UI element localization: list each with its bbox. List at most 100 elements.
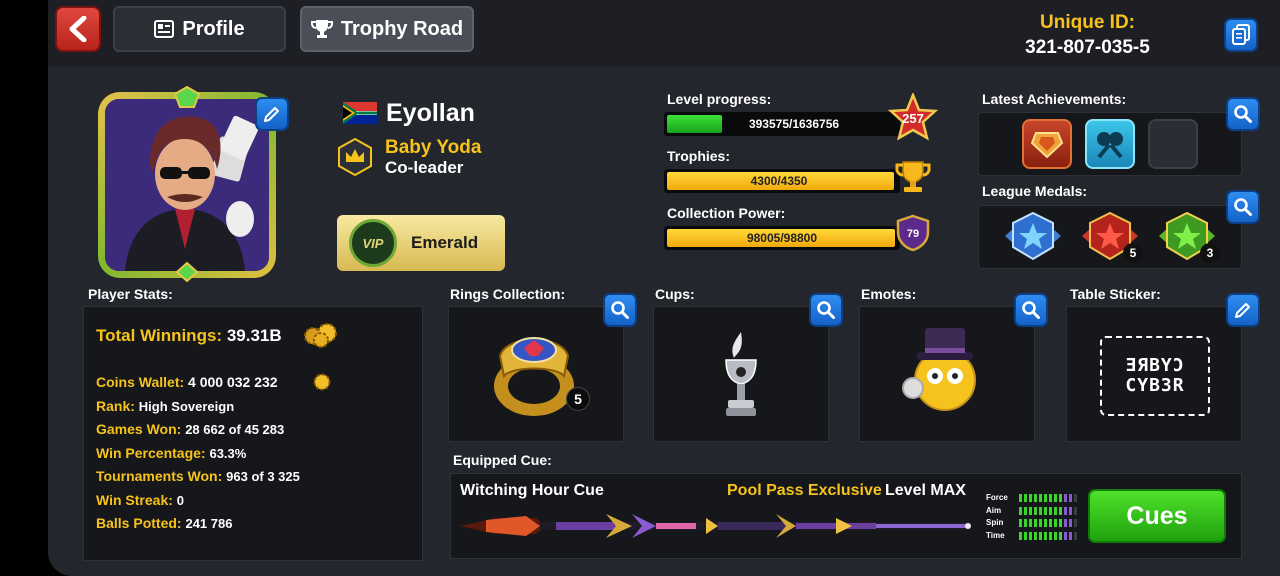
avatar-gem-top-icon bbox=[174, 86, 200, 108]
cue-spin-label: Spin bbox=[986, 518, 1004, 527]
stat-pip bbox=[1024, 494, 1027, 502]
table-sticker-label: Table Sticker: bbox=[1070, 286, 1161, 302]
rings-collection-label: Rings Collection: bbox=[450, 286, 566, 302]
stat-pip bbox=[1049, 507, 1052, 515]
edit-sticker-button[interactable] bbox=[1226, 293, 1260, 327]
balls-potted-row: Balls Potted: 241 786 bbox=[96, 515, 232, 531]
tab-profile[interactable]: Profile bbox=[113, 6, 286, 52]
collection-shield-icon: 79 bbox=[896, 214, 930, 252]
trophy-icon bbox=[310, 20, 333, 38]
tab-trophy-road-label: Trophy Road bbox=[340, 17, 464, 40]
south-africa-flag-icon bbox=[343, 102, 377, 124]
win-streak-row: Win Streak: 0 bbox=[96, 492, 184, 508]
trophies-text: 4300/4350 bbox=[750, 174, 808, 188]
stat-pip bbox=[1044, 507, 1047, 515]
coin-icon bbox=[313, 373, 331, 391]
profile-card-icon bbox=[154, 20, 175, 38]
win-percentage-key: Win Percentage: bbox=[96, 445, 206, 461]
level-progress-bar: 393575/1636756 bbox=[664, 112, 900, 136]
trophies-label: Trophies: bbox=[667, 148, 731, 164]
stat-pip bbox=[1059, 494, 1062, 502]
cue-aim-label: Aim bbox=[986, 506, 1002, 515]
search-icon bbox=[817, 301, 835, 319]
avatar-character-image bbox=[105, 99, 269, 271]
league-medals-search-button[interactable] bbox=[1226, 190, 1260, 224]
stat-pip bbox=[1034, 532, 1037, 540]
stat-pip bbox=[1059, 532, 1062, 540]
avatar-gem-bottom-icon bbox=[176, 262, 198, 282]
coins-wallet-key: Coins Wallet: bbox=[96, 374, 185, 390]
stat-pip bbox=[1024, 507, 1027, 515]
player-name: Eyollan bbox=[386, 99, 475, 127]
club-crown-badge-icon[interactable] bbox=[337, 138, 373, 176]
player-avatar[interactable] bbox=[98, 92, 276, 278]
avatar-portrait bbox=[105, 99, 269, 271]
stat-pip bbox=[1039, 507, 1042, 515]
unique-id-label: Unique ID: bbox=[1040, 12, 1135, 33]
stat-pip bbox=[1054, 507, 1057, 515]
games-won-row: Games Won: 28 662 of 45 283 bbox=[96, 421, 284, 437]
search-icon bbox=[1022, 301, 1040, 319]
rank-row: Rank: High Sovereign bbox=[96, 398, 234, 414]
league-medals-label: League Medals: bbox=[982, 183, 1088, 199]
stat-pip bbox=[1064, 532, 1067, 540]
trophies-bar: 4300/4350 bbox=[664, 169, 900, 193]
unique-id-value: 321-807-035-5 bbox=[1025, 37, 1150, 58]
level-number: 257 bbox=[902, 111, 924, 126]
coin-stack-icon bbox=[304, 323, 337, 348]
achievements-search-button[interactable] bbox=[1226, 97, 1260, 131]
club-name[interactable]: Baby Yoda bbox=[385, 137, 481, 159]
rank-value: High Sovereign bbox=[138, 399, 235, 414]
top-hat-emoji-emote-icon bbox=[902, 328, 976, 411]
achievement-slot-2[interactable] bbox=[1085, 119, 1135, 169]
cups-label: Cups: bbox=[655, 286, 695, 302]
stat-pip bbox=[1034, 494, 1037, 502]
game-screen: Profile Trophy Road Unique ID: 321-807-0… bbox=[0, 0, 1280, 576]
copy-icon bbox=[1232, 24, 1250, 45]
cue-time-meter bbox=[1019, 532, 1077, 540]
cue-name: Witching Hour Cue bbox=[460, 482, 604, 499]
stat-pip bbox=[1039, 519, 1042, 527]
balls-potted-key: Balls Potted: bbox=[96, 515, 182, 531]
sticker-line-2: CYB3R bbox=[1125, 375, 1185, 396]
edit-avatar-button[interactable] bbox=[255, 97, 289, 131]
tab-profile-label: Profile bbox=[182, 17, 245, 40]
pencil-icon bbox=[1235, 303, 1250, 318]
cue-force-meter bbox=[1019, 494, 1077, 502]
stat-pip bbox=[1054, 494, 1057, 502]
level-progress-text: 393575/1636756 bbox=[748, 117, 840, 131]
level-star-icon: 257 bbox=[888, 93, 938, 141]
stat-pip bbox=[1074, 494, 1077, 502]
stat-pip bbox=[1069, 532, 1072, 540]
emotes-search-button[interactable] bbox=[1014, 293, 1048, 327]
emotes-label: Emotes: bbox=[861, 286, 917, 302]
cues-button[interactable]: Cues bbox=[1088, 489, 1226, 543]
stat-pip bbox=[1074, 507, 1077, 515]
cyber-sticker-image: ƎЯBYƆ CYB3R bbox=[1100, 336, 1210, 416]
win-streak-value: 0 bbox=[176, 493, 185, 508]
cups-search-button[interactable] bbox=[809, 293, 843, 327]
player-stats-label: Player Stats: bbox=[88, 286, 173, 302]
stat-pip bbox=[1039, 532, 1042, 540]
stat-pip bbox=[1019, 494, 1022, 502]
stat-pip bbox=[1039, 494, 1042, 502]
back-button[interactable] bbox=[55, 6, 101, 52]
blue-star-medal-icon[interactable] bbox=[1003, 211, 1063, 261]
stat-pip bbox=[1064, 494, 1067, 502]
pencil-icon bbox=[264, 107, 279, 122]
tab-trophy-road[interactable]: Trophy Road bbox=[300, 6, 474, 52]
stat-pip bbox=[1074, 532, 1077, 540]
rings-search-button[interactable] bbox=[603, 293, 637, 327]
achievement-slot-1[interactable] bbox=[1022, 119, 1072, 169]
copy-id-button[interactable] bbox=[1224, 18, 1258, 52]
crossed-cues-achievement-icon bbox=[1097, 132, 1123, 159]
cue-level: Level MAX bbox=[885, 482, 966, 499]
balls-potted-value: 241 786 bbox=[185, 516, 233, 531]
collection-power-text: 98005/98800 bbox=[746, 231, 818, 245]
green-medal-count: 3 bbox=[1200, 243, 1220, 263]
stat-pip bbox=[1024, 532, 1027, 540]
total-winnings-value: 39.31B bbox=[226, 326, 282, 345]
win-streak-key: Win Streak: bbox=[96, 492, 173, 508]
vip-status-button[interactable]: VIP Emerald bbox=[337, 215, 505, 271]
stat-pip bbox=[1044, 494, 1047, 502]
